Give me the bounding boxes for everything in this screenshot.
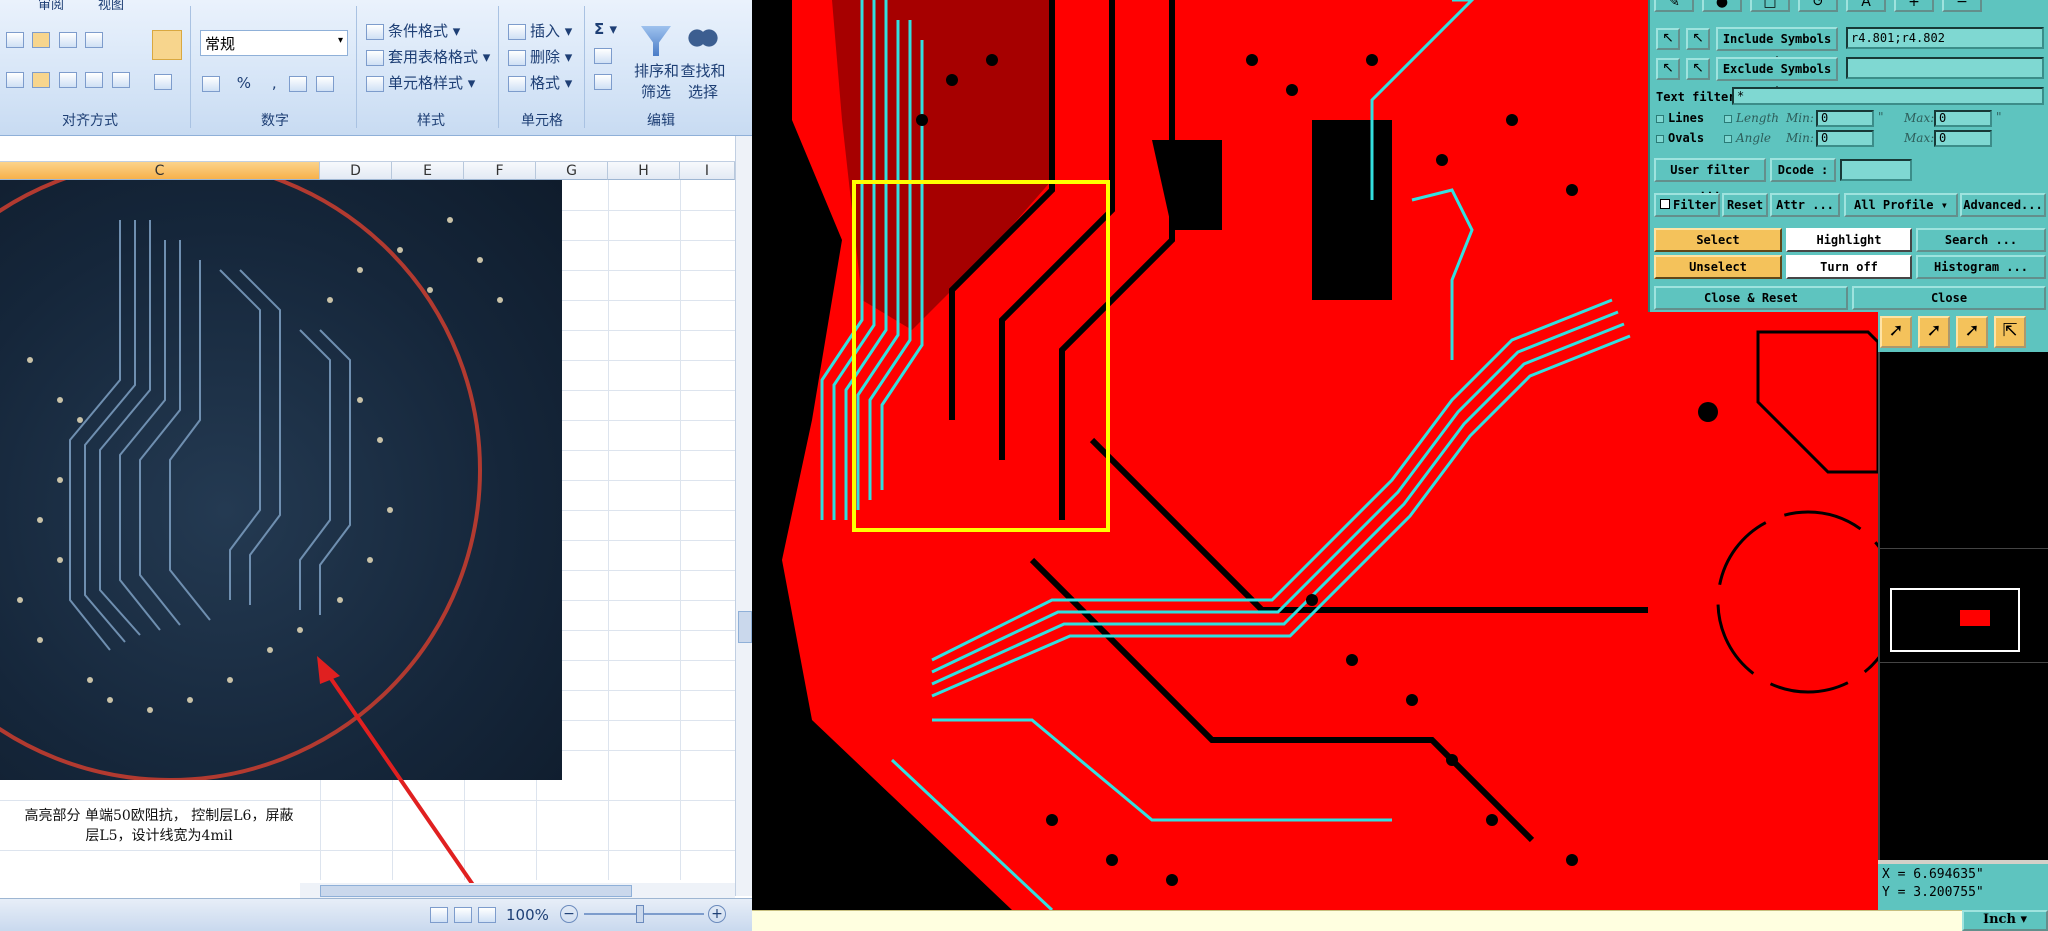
- zoom-level: 100%: [506, 906, 549, 924]
- select-pointer-icon[interactable]: ➚: [1918, 316, 1950, 348]
- filter-label: Filter: [1673, 198, 1717, 212]
- tool-strip: ✎ ● □ ↺ A + −: [1654, 0, 2044, 22]
- arrow-icon[interactable]: ↖: [1686, 28, 1710, 50]
- histogram-button[interactable]: Histogram ...: [1916, 255, 2046, 279]
- excel-window: 审阅 视图 对齐方式 常规 ▾ % , 数字 条件格式 ▾ 套用表格格式 ▾ 单…: [0, 0, 752, 931]
- status-bar: − +: [0, 898, 752, 931]
- zoom-out-icon[interactable]: −: [560, 905, 578, 923]
- ovals-label: Ovals: [1668, 131, 1705, 145]
- length-label: Length: [1736, 111, 1780, 125]
- highlight-button[interactable]: Highlight: [1786, 228, 1912, 252]
- advanced-button[interactable]: Advanced...: [1960, 193, 2046, 217]
- filter-checkbox: [1660, 199, 1670, 209]
- lines-label: Lines: [1668, 111, 1705, 125]
- cell-note[interactable]: 高亮部分 单端50欧阻抗， 控制层L6，屏蔽 层L5，设计线宽为4mil: [0, 806, 318, 846]
- dcode-button[interactable]: Dcode :: [1770, 158, 1836, 182]
- exclude-symbols-field[interactable]: [1846, 57, 2044, 79]
- pcb-layer-drawing: [752, 0, 1648, 910]
- angle-checkbox[interactable]: [1724, 135, 1732, 143]
- angle-max-field[interactable]: 0: [1934, 130, 1992, 147]
- minus-icon[interactable]: −: [1942, 0, 1982, 12]
- all-profile-label: All Profile: [1854, 198, 1934, 212]
- note-line-2: 层L5，设计线宽为4mil: [85, 828, 233, 844]
- search-button[interactable]: Search ...: [1916, 228, 2046, 252]
- arrow-icon[interactable]: ↖: [1656, 28, 1680, 50]
- pencil-icon[interactable]: ✎: [1654, 0, 1694, 12]
- exclude-symbols-button[interactable]: Exclude Symbols :: [1716, 57, 1838, 96]
- note-line-1: 高亮部分 单端50欧阻抗， 控制层L6，屏蔽: [24, 808, 294, 824]
- angle-min-label: Min:: [1786, 131, 1814, 145]
- length-min-label: Min:: [1786, 111, 1814, 125]
- length-min-field[interactable]: 0: [1816, 110, 1874, 127]
- divider: [1880, 662, 2048, 663]
- pcb-right-drawing: [1698, 330, 1900, 694]
- overview-map[interactable]: [1878, 352, 2048, 860]
- pcb-layer-view[interactable]: [752, 0, 1648, 910]
- zoom-slider-thumb[interactable]: [636, 905, 644, 923]
- pin-pointer-icon[interactable]: ➚: [1956, 316, 1988, 348]
- coord-y: Y = 3.200755": [1882, 885, 1984, 900]
- length-max-unit: ": [1996, 110, 2002, 124]
- lines-checkbox[interactable]: [1656, 115, 1664, 123]
- text-filter-field[interactable]: *: [1732, 87, 2044, 105]
- select-button[interactable]: Select: [1654, 228, 1782, 252]
- close-button[interactable]: Close: [1852, 286, 2046, 310]
- pointer-icon[interactable]: ➚: [1880, 316, 1912, 348]
- include-symbols-button[interactable]: Include Symbols :: [1716, 27, 1838, 66]
- length-checkbox[interactable]: [1724, 115, 1732, 123]
- zoom-slider[interactable]: [584, 913, 704, 915]
- ovals-checkbox[interactable]: [1656, 135, 1664, 143]
- all-profile-dropdown[interactable]: All Profile ▾: [1844, 193, 1958, 217]
- chevron-down-icon: ▾: [2020, 912, 2027, 927]
- unselect-button[interactable]: Unselect: [1654, 255, 1782, 279]
- cam-status-bar: [752, 910, 2048, 931]
- length-unit: ": [1878, 110, 1884, 124]
- close-reset-button[interactable]: Close & Reset: [1654, 286, 1848, 310]
- length-max-field[interactable]: 0: [1934, 110, 1992, 127]
- length-max-label: Max:: [1904, 111, 1935, 125]
- page-layout-icon[interactable]: [454, 907, 476, 923]
- pcb-layer-view-right[interactable]: [1648, 312, 1900, 910]
- view-window-marker[interactable]: [1960, 610, 1990, 626]
- angle-label: Angle: [1736, 131, 1772, 145]
- hscroll-thumb[interactable]: [320, 885, 632, 897]
- text-filter-label: Text filter: [1656, 90, 1736, 104]
- filter-panel: ✎ ● □ ↺ A + − ↖ ↖ Include Symbols : r4.8…: [1648, 0, 2048, 312]
- units-label: Inch: [1983, 912, 2016, 927]
- scrollbar-thumb[interactable]: [738, 611, 752, 643]
- filter-toggle[interactable]: Filter: [1654, 193, 1720, 217]
- zoom-in-icon[interactable]: +: [708, 905, 726, 923]
- include-symbols-field[interactable]: r4.801;r4.802: [1846, 27, 2044, 49]
- coord-x: X = 6.694635": [1882, 867, 1984, 882]
- divider: [1880, 548, 2048, 549]
- rect-icon[interactable]: □: [1750, 0, 1790, 12]
- chevron-down-icon: ▾: [1940, 198, 1948, 212]
- board-outline: [1890, 588, 2020, 652]
- plus-icon[interactable]: +: [1894, 0, 1934, 12]
- measure-icon[interactable]: ⇱: [1994, 316, 2026, 348]
- arc-icon[interactable]: ↺: [1798, 0, 1838, 12]
- attr-button[interactable]: Attr ...: [1770, 193, 1840, 217]
- angle-min-field[interactable]: 0: [1816, 130, 1874, 147]
- horizontal-scrollbar[interactable]: [300, 883, 735, 898]
- text-icon[interactable]: A: [1846, 0, 1886, 12]
- pad-icon[interactable]: ●: [1702, 0, 1742, 12]
- arrow-icon[interactable]: ↖: [1656, 58, 1680, 80]
- page-break-icon[interactable]: [478, 907, 500, 923]
- normal-view-icon[interactable]: [430, 907, 452, 923]
- units-dropdown[interactable]: Inch ▾: [1962, 910, 2048, 931]
- user-filter-button[interactable]: User filter ...: [1654, 158, 1766, 197]
- length-angle-filter: Lines Ovals Length Angle Min: 0 " Max: 0…: [1656, 110, 2046, 154]
- dcode-field[interactable]: [1840, 159, 1912, 181]
- annotation-arrow: [317, 656, 482, 897]
- arrow-icon[interactable]: ↖: [1686, 58, 1710, 80]
- coordinate-readout: X = 6.694635" Y = 3.200755": [1878, 864, 2048, 910]
- angle-max-label: Max:: [1904, 131, 1935, 145]
- reset-button[interactable]: Reset: [1722, 193, 1768, 217]
- turn-off-button[interactable]: Turn off: [1786, 255, 1912, 279]
- vertical-scrollbar[interactable]: [735, 136, 752, 896]
